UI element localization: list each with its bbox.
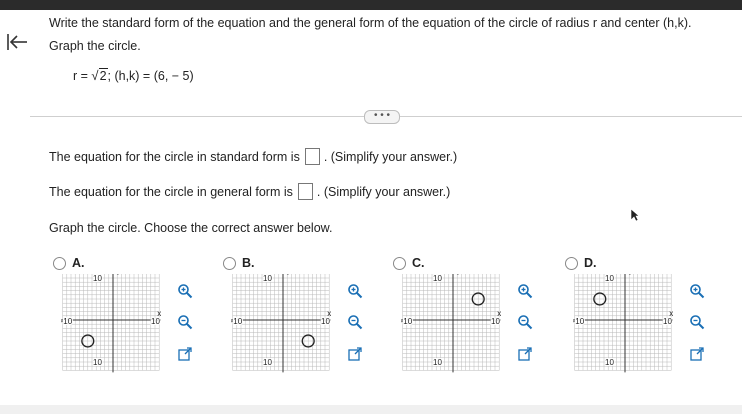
grid <box>402 274 500 371</box>
choice-graph: yx10-101010 <box>61 274 161 373</box>
y-tick-bottom: 10 <box>433 358 442 367</box>
x-tick-negative: -10 <box>231 317 243 326</box>
choice-graph: yx10-101010 <box>231 274 331 373</box>
choice-graph: yx10-101010 <box>573 274 673 373</box>
grid <box>62 274 160 371</box>
zoom-in-icon[interactable] <box>687 281 707 301</box>
zoom-out-icon[interactable] <box>515 312 535 332</box>
mouse-cursor-icon <box>630 208 640 222</box>
general-form-text: The equation for the circle in general f… <box>49 184 293 199</box>
choice-graph: yx10-101010 <box>401 274 501 373</box>
y-tick-top: 10 <box>433 274 442 283</box>
given-center: ; (h,k) = (6, − 5) <box>107 69 194 83</box>
choice-radio[interactable] <box>393 256 406 270</box>
zoom-out-icon[interactable] <box>175 312 195 332</box>
choice-label: C. <box>412 256 425 270</box>
choice-label: A. <box>72 256 85 270</box>
choice-radio[interactable] <box>223 256 236 270</box>
choice-radio[interactable] <box>565 256 578 270</box>
y-tick-bottom: 10 <box>605 358 614 367</box>
choice-label: B. <box>242 256 255 270</box>
given-values: r = √2; (h,k) = (6, − 5) <box>73 68 194 83</box>
general-form-hint: . (Simplify your answer.) <box>316 184 451 199</box>
question-instruction-graph: Graph the circle. <box>49 39 141 53</box>
y-axis-label: y <box>457 274 461 275</box>
x-tick-negative: -10 <box>61 317 73 326</box>
x-tick-positive: 10 <box>321 317 330 326</box>
standard-form-hint: . (Simplify your answer.) <box>323 149 458 164</box>
graph-prompt: Graph the circle. Choose the correct ans… <box>49 221 333 235</box>
top-bar <box>0 0 742 10</box>
expand-icon[interactable] <box>687 344 707 364</box>
choice-label: D. <box>584 256 597 270</box>
back-arrow-icon[interactable] <box>6 32 28 52</box>
expand-more-button[interactable]: • • • <box>364 110 400 124</box>
grid <box>574 274 672 371</box>
choice-a[interactable]: A. <box>53 256 85 270</box>
y-axis-label: y <box>629 274 633 275</box>
zoom-out-icon[interactable] <box>345 312 365 332</box>
y-tick-bottom: 10 <box>93 358 102 367</box>
y-axis-label: y <box>117 274 121 275</box>
x-tick-positive: 10 <box>663 317 672 326</box>
choice-c[interactable]: C. <box>393 256 425 270</box>
standard-form-line: The equation for the circle in standard … <box>49 148 457 165</box>
y-tick-bottom: 10 <box>263 358 272 367</box>
x-tick-negative: -10 <box>573 317 585 326</box>
zoom-out-icon[interactable] <box>687 312 707 332</box>
zoom-in-icon[interactable] <box>175 281 195 301</box>
x-tick-negative: -10 <box>401 317 413 326</box>
sqrt-symbol-icon: √ <box>91 68 99 83</box>
y-tick-top: 10 <box>93 274 102 283</box>
general-form-line: The equation for the circle in general f… <box>49 183 450 200</box>
x-tick-positive: 10 <box>151 317 160 326</box>
expand-icon[interactable] <box>515 344 535 364</box>
given-radicand: 2 <box>98 68 108 83</box>
standard-form-answer-input[interactable] <box>304 148 320 165</box>
standard-form-text: The equation for the circle in standard … <box>49 149 300 164</box>
expand-icon[interactable] <box>175 344 195 364</box>
grid <box>232 274 330 371</box>
given-r-label: r = <box>73 69 92 83</box>
general-form-answer-input[interactable] <box>297 183 313 200</box>
expand-icon[interactable] <box>345 344 365 364</box>
y-tick-top: 10 <box>605 274 614 283</box>
bottom-bar <box>0 405 742 414</box>
choice-d[interactable]: D. <box>565 256 597 270</box>
x-tick-positive: 10 <box>491 317 500 326</box>
choice-radio[interactable] <box>53 256 66 270</box>
y-axis-label: y <box>287 274 291 275</box>
y-tick-top: 10 <box>263 274 272 283</box>
zoom-in-icon[interactable] <box>515 281 535 301</box>
question-instruction: Write the standard form of the equation … <box>49 16 692 30</box>
zoom-in-icon[interactable] <box>345 281 365 301</box>
choice-b[interactable]: B. <box>223 256 255 270</box>
